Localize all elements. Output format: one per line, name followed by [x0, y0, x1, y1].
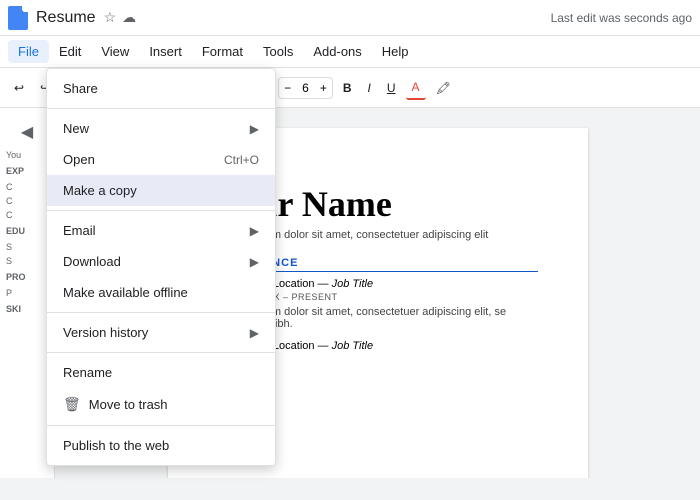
fm-email-arrow: ▶	[250, 224, 259, 238]
sidebar-c2: C	[4, 194, 50, 208]
document-title[interactable]: Resume	[36, 9, 96, 27]
title-bar: Resume ☆ ☁ Last edit was seconds ago	[0, 0, 700, 36]
menu-view[interactable]: View	[91, 40, 139, 63]
fm-rename-label: Rename	[63, 365, 112, 380]
fm-divider-5	[47, 425, 275, 426]
fm-email-label: Email	[63, 223, 96, 238]
fm-email[interactable]: Email ▶	[47, 215, 275, 246]
highlight-button[interactable]: 🖍	[430, 77, 457, 99]
fm-share-label: Share	[63, 81, 98, 96]
docs-icon	[8, 6, 28, 30]
sidebar-edu: EDU	[4, 222, 50, 240]
underline-button[interactable]: U	[381, 77, 402, 99]
fm-move-trash-label: Move to trash	[89, 397, 168, 412]
fm-move-trash[interactable]: 🗑 Move to trash	[47, 388, 275, 421]
fm-version-history[interactable]: Version history ▶	[47, 317, 275, 348]
fm-divider-4	[47, 352, 275, 353]
fm-divider-3	[47, 312, 275, 313]
fm-download-label: Download	[63, 254, 121, 269]
menu-addons[interactable]: Add-ons	[303, 40, 371, 63]
fm-divider-2	[47, 210, 275, 211]
menu-file[interactable]: File	[8, 40, 49, 63]
sidebar-you: You	[4, 148, 50, 162]
fm-offline-label: Make available offline	[63, 285, 188, 300]
fm-make-copy-label: Make a copy	[63, 183, 137, 198]
star-icon[interactable]: ☆	[104, 9, 117, 26]
fm-new-arrow: ▶	[250, 122, 259, 136]
sidebar-c3: C	[4, 208, 50, 222]
fm-open-shortcut: Ctrl+O	[224, 153, 259, 167]
fm-rename[interactable]: Rename	[47, 357, 275, 388]
menu-help[interactable]: Help	[372, 40, 419, 63]
font-size-increase[interactable]: +	[315, 78, 332, 98]
menu-tools[interactable]: Tools	[253, 40, 303, 63]
fm-make-copy[interactable]: Make a copy	[47, 175, 275, 206]
menu-bar: File Edit View Insert Format Tools Add-o…	[0, 36, 700, 68]
fm-version-arrow: ▶	[250, 326, 259, 340]
font-size-decrease[interactable]: −	[279, 78, 296, 98]
undo-button[interactable]: ↩	[8, 77, 30, 99]
cloud-icon: ☁	[122, 9, 136, 26]
sidebar-p1: P	[4, 286, 50, 300]
sidebar-back[interactable]: ◀	[4, 116, 50, 148]
fm-publish-label: Publish to the web	[63, 438, 169, 453]
fm-open[interactable]: Open Ctrl+O	[47, 144, 275, 175]
fm-download[interactable]: Download ▶	[47, 246, 275, 277]
fm-open-label: Open	[63, 152, 95, 167]
file-menu-dropdown: Share New ▶ Open Ctrl+O Make a copy Emai…	[46, 68, 276, 466]
fm-new-label: New	[63, 121, 89, 136]
fm-new[interactable]: New ▶	[47, 113, 275, 144]
sidebar-s1: S	[4, 240, 50, 254]
sidebar-pro: PRO	[4, 268, 50, 286]
menu-insert[interactable]: Insert	[139, 40, 192, 63]
sidebar-exp: EXP	[4, 162, 50, 180]
fm-divider-1	[47, 108, 275, 109]
menu-edit[interactable]: Edit	[49, 40, 91, 63]
fm-offline[interactable]: Make available offline	[47, 277, 275, 308]
trash-icon: 🗑	[63, 396, 81, 413]
sidebar-s2: S	[4, 254, 50, 268]
fm-download-arrow: ▶	[250, 255, 259, 269]
font-size-control: − 6 +	[278, 77, 333, 99]
fm-version-label: Version history	[63, 325, 148, 340]
bold-button[interactable]: B	[337, 77, 358, 99]
fm-publish[interactable]: Publish to the web	[47, 430, 275, 461]
menu-format[interactable]: Format	[192, 40, 253, 63]
fm-share[interactable]: Share	[47, 73, 275, 104]
sidebar-c1: C	[4, 180, 50, 194]
last-edit-status: Last edit was seconds ago	[551, 11, 692, 25]
font-size-value[interactable]: 6	[296, 78, 315, 98]
italic-button[interactable]: I	[362, 77, 377, 99]
text-color-button[interactable]: A	[406, 76, 426, 100]
sidebar-ski: SKI	[4, 300, 50, 318]
